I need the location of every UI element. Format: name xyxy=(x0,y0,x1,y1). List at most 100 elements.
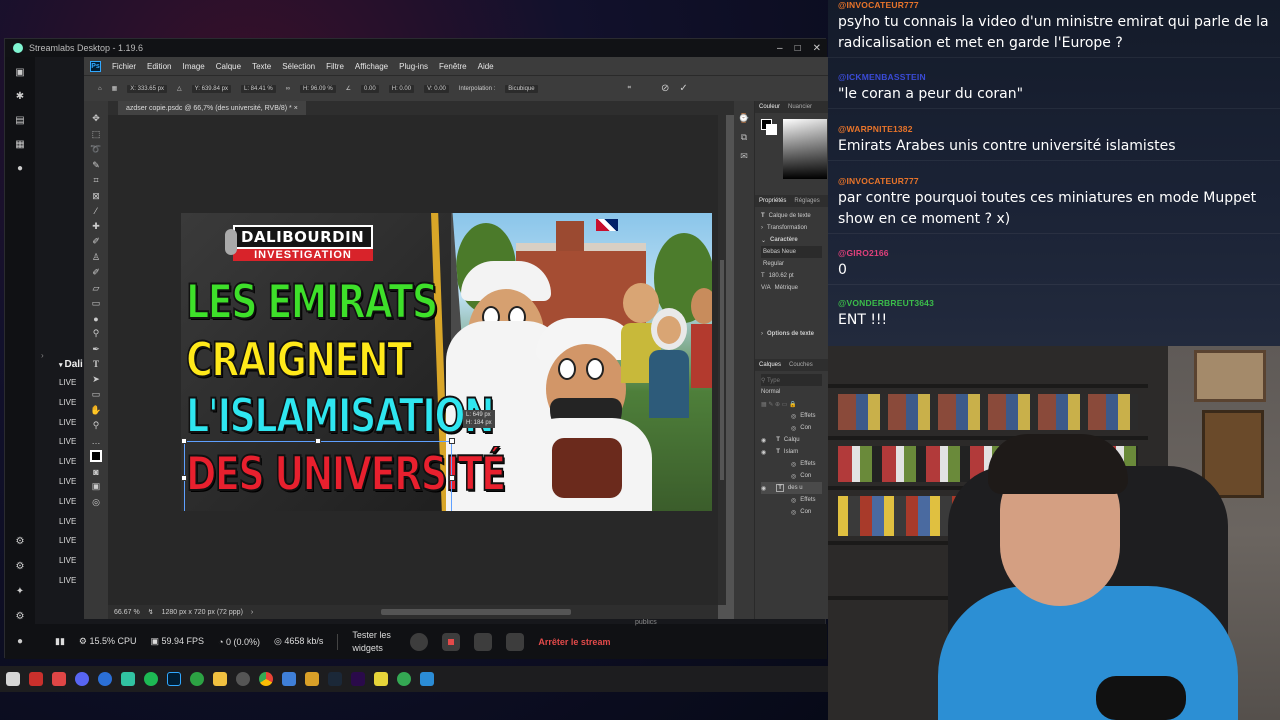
camera-icon[interactable] xyxy=(506,632,525,651)
v-skew-field[interactable]: V: 0.00 xyxy=(424,84,449,93)
rectangle-tool-icon[interactable]: ▭ xyxy=(92,389,101,400)
chevron-down-icon[interactable]: ⌄ xyxy=(761,237,766,244)
menu-fichier[interactable]: Fichier xyxy=(112,62,136,71)
app-icon-4[interactable] xyxy=(236,672,250,686)
character-section[interactable]: Caractère xyxy=(770,237,798,243)
transform-handle[interactable] xyxy=(449,438,455,444)
transform-handle[interactable] xyxy=(449,475,455,481)
angle-field[interactable]: 0.00 xyxy=(361,84,379,93)
app-icon-6[interactable] xyxy=(305,672,319,686)
dashboard-icon[interactable]: ▦ xyxy=(15,139,24,150)
tab-proprietes[interactable]: Propriétés xyxy=(759,198,786,204)
font-size-field[interactable]: 180.62 pt xyxy=(769,273,794,279)
status-arrow-icon[interactable]: › xyxy=(251,609,253,616)
transform-section[interactable]: Transformation xyxy=(767,225,807,231)
menu-aide[interactable]: Aide xyxy=(478,62,494,71)
color-swatch-icon[interactable] xyxy=(90,450,102,462)
eyedropper-icon[interactable]: ⁄ xyxy=(95,206,97,216)
zoom-level[interactable]: 66.67 % xyxy=(114,609,140,616)
quick-select-icon[interactable]: ✎ xyxy=(92,160,100,171)
menu-filtre[interactable]: Filtre xyxy=(326,62,344,71)
layer-row[interactable]: ◎ Effets xyxy=(761,458,822,470)
menu-calque[interactable]: Calque xyxy=(216,62,241,71)
pen-tool-icon[interactable]: ✒ xyxy=(92,344,100,355)
app-icon-9[interactable] xyxy=(420,672,434,686)
share-icon[interactable]: ↯ xyxy=(148,608,154,616)
eye-icon[interactable]: ◉ xyxy=(761,485,766,492)
eraser-icon[interactable]: ▱ xyxy=(93,283,100,294)
app-icon-3[interactable] xyxy=(98,672,112,686)
crop-tool-icon[interactable]: ⌗ xyxy=(93,175,98,186)
replay-button[interactable] xyxy=(442,632,461,651)
font-style-select[interactable]: Regular xyxy=(761,258,822,270)
tab-couches[interactable]: Couches xyxy=(789,362,813,368)
headline-line-3[interactable]: L'ISLAMISATION xyxy=(185,392,495,441)
x-field[interactable]: X: 333.65 px xyxy=(127,84,167,93)
folder-icon[interactable] xyxy=(213,672,227,686)
background-color-swatch[interactable] xyxy=(766,124,777,135)
studio-mode-icon[interactable]: ✦ xyxy=(16,586,24,597)
eye-icon[interactable]: ◉ xyxy=(761,449,766,456)
profile-icon[interactable]: ● xyxy=(17,636,23,647)
app-icon-2[interactable] xyxy=(52,672,66,686)
transform-handle[interactable] xyxy=(315,438,321,444)
test-widgets-button[interactable]: Tester les widgets xyxy=(352,629,396,655)
text-options-section[interactable]: Options de texte xyxy=(767,331,814,337)
spotify-icon[interactable] xyxy=(144,672,158,686)
h-skew-field[interactable]: H: 0.00 xyxy=(388,84,415,93)
app-icon-7[interactable] xyxy=(374,672,388,686)
more-tools-icon[interactable]: … xyxy=(92,436,101,446)
headline-line-2[interactable]: CRAIGNENT xyxy=(185,336,413,385)
zoom-tool-icon[interactable]: ⚲ xyxy=(93,420,100,431)
tab-nuancier[interactable]: Nuancier xyxy=(788,104,812,110)
lasso-tool-icon[interactable]: ➰ xyxy=(90,144,101,155)
chrome-icon[interactable] xyxy=(259,672,273,686)
menu-image[interactable]: Image xyxy=(182,62,204,71)
highlighter-icon[interactable]: ⚙ xyxy=(16,561,25,572)
editor-icon[interactable]: ▣ xyxy=(15,67,24,78)
font-family-select[interactable]: Bebas Neue xyxy=(761,246,822,258)
history-icon[interactable]: ⌚ xyxy=(738,113,749,124)
save-replay-icon[interactable] xyxy=(474,632,493,651)
maximize-icon[interactable]: □ xyxy=(795,43,801,54)
stamp-tool-icon[interactable]: ♙ xyxy=(92,252,100,263)
comments-icon[interactable]: ✉ xyxy=(740,151,748,162)
chevron-right-icon[interactable]: › xyxy=(761,225,763,231)
record-button[interactable] xyxy=(410,632,429,651)
app-icon-1[interactable] xyxy=(29,672,43,686)
height-field[interactable]: H: 96.09 % xyxy=(299,84,336,93)
layer-row[interactable]: ◎ Con xyxy=(761,470,822,482)
menu-affichage[interactable]: Affichage xyxy=(355,62,388,71)
dodge-icon[interactable]: ⚲ xyxy=(93,328,100,339)
history-brush-icon[interactable]: ✐ xyxy=(92,267,100,278)
commit-transform-icon[interactable]: ✓ xyxy=(679,83,687,94)
gradient-icon[interactable]: ▭ xyxy=(92,298,101,309)
home-icon[interactable]: ⌂ xyxy=(98,86,102,92)
layer-row[interactable]: ◎ Effets xyxy=(761,410,822,422)
y-field[interactable]: Y: 639.84 px xyxy=(191,84,231,93)
type-tool-icon[interactable]: T xyxy=(93,359,99,369)
close-icon[interactable]: ✕ xyxy=(813,43,821,54)
interpolation-select[interactable]: Bicubique xyxy=(505,84,538,93)
link-icon[interactable]: ∞ xyxy=(286,86,290,92)
themes-icon[interactable]: ✱ xyxy=(16,91,24,102)
discord-icon[interactable] xyxy=(75,672,89,686)
hand-tool-icon[interactable]: ✋ xyxy=(90,405,101,416)
steam-icon[interactable] xyxy=(328,672,342,686)
marquee-tool-icon[interactable]: ⬚ xyxy=(92,129,101,140)
stats-icon[interactable]: ▮▮ xyxy=(55,636,65,647)
menu-fenetre[interactable]: Fenêtre xyxy=(439,62,467,71)
menu-selection[interactable]: Sélection xyxy=(282,62,315,71)
transform-bounding-box[interactable] xyxy=(184,441,452,511)
settings-icon[interactable]: ⚙ xyxy=(16,611,25,622)
layer-row-selected[interactable]: ◉ Tdes u xyxy=(761,482,822,494)
reference-point-icon[interactable]: ▦ xyxy=(112,85,118,92)
stop-stream-button[interactable]: Arrêter le stream xyxy=(538,637,610,647)
premiere-icon[interactable] xyxy=(351,672,365,686)
minimize-icon[interactable]: – xyxy=(777,43,783,54)
eye-icon[interactable]: ◉ xyxy=(761,437,766,444)
blur-icon[interactable]: ● xyxy=(93,314,98,324)
layer-row[interactable]: ◉ T Islam xyxy=(761,446,822,458)
extra-icon[interactable]: ◎ xyxy=(92,497,100,508)
screen-mode-icon[interactable]: ▣ xyxy=(92,481,101,492)
